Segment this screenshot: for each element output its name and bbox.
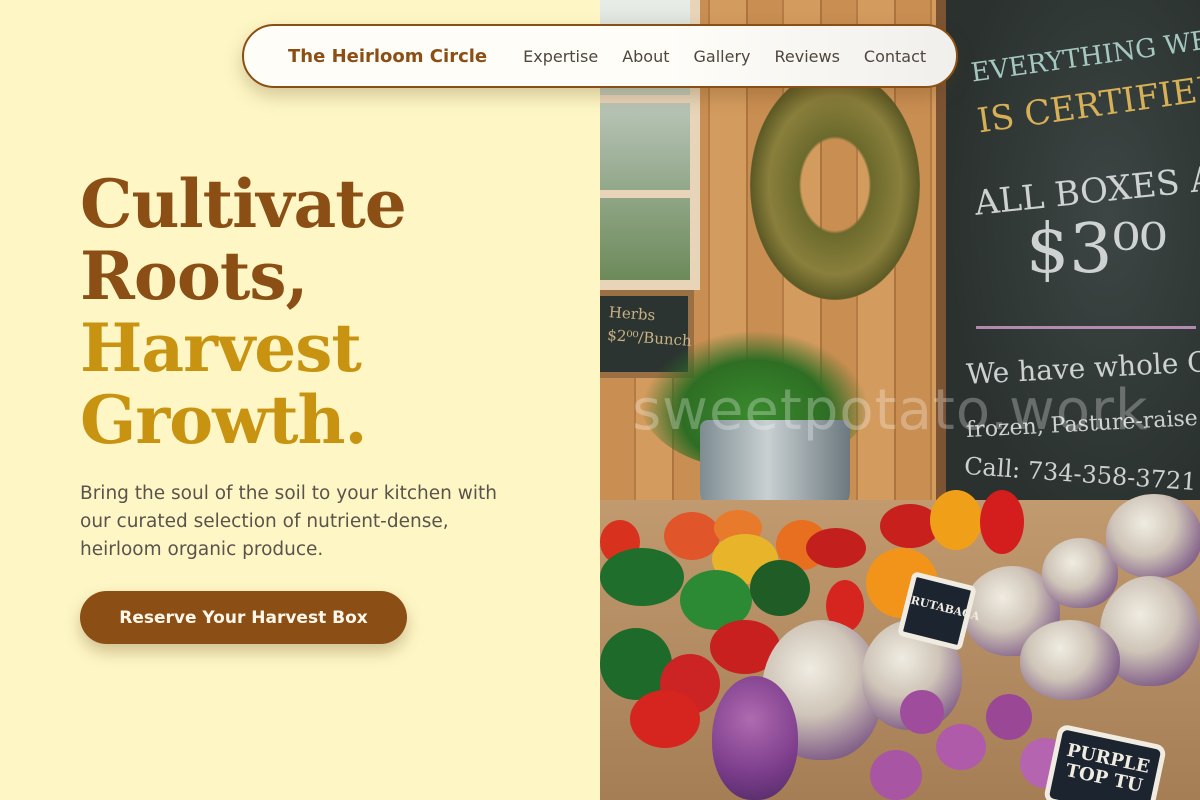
dried-wreath [750, 70, 920, 300]
nav-link-about[interactable]: About [622, 47, 669, 66]
red-pepper [806, 528, 866, 568]
nav-link-expertise[interactable]: Expertise [523, 47, 598, 66]
reserve-harvest-box-button[interactable]: Reserve Your Harvest Box [80, 591, 407, 644]
window-mullion [600, 190, 690, 198]
nav-link-reviews[interactable]: Reviews [774, 47, 839, 66]
herb-price-text: Herbs $2⁰⁰/Bunch [606, 303, 693, 350]
green-pepper [600, 548, 684, 606]
hero-headline: Cultivate Roots, Harvest Growth. [80, 168, 560, 456]
window-mullion [600, 95, 690, 103]
nav-link-contact[interactable]: Contact [864, 47, 926, 66]
tomato [664, 512, 720, 560]
red-pepper [630, 690, 700, 748]
chalk-line-6: frozen, Pasture-raise [965, 405, 1199, 444]
brand-logo[interactable]: The Heirloom Circle [288, 46, 487, 67]
chalk-price: $3⁰⁰ [1026, 210, 1168, 289]
headline-line-1: Cultivate [80, 165, 407, 243]
radish [870, 750, 922, 800]
chalk-divider [976, 326, 1196, 329]
nav-links: Expertise About Gallery Reviews Contact [523, 47, 926, 66]
green-pepper [750, 560, 810, 616]
landing-page: Herbs $2⁰⁰/Bunch EVERYTHING WE G IS CERT… [0, 0, 1200, 800]
radish [986, 694, 1032, 740]
headline-line-3: Harvest [80, 309, 362, 387]
hero-subtitle: Bring the soul of the soil to your kitch… [80, 483, 497, 560]
orange-pepper [930, 490, 982, 550]
nav-link-gallery[interactable]: Gallery [694, 47, 751, 66]
radish [900, 690, 944, 734]
chalk-line-5: We have whole CHIC [965, 342, 1200, 391]
hero-photo: Herbs $2⁰⁰/Bunch EVERYTHING WE G IS CERT… [600, 0, 1200, 800]
headline-line-2: Roots, [80, 237, 309, 315]
headline-line-4: Growth. [80, 381, 367, 459]
top-nav: The Heirloom Circle Expertise About Gall… [242, 24, 958, 88]
chalkboard: EVERYTHING WE G IS CERTIFIED ORG ALL BOX… [936, 0, 1200, 540]
red-pepper [980, 490, 1024, 554]
rutabaga-label-text: RUTABAGA [909, 593, 982, 624]
radish [936, 724, 986, 770]
purple-turnip [712, 676, 798, 800]
purple-top-label-text: PURPLE TOP TU [1063, 739, 1152, 797]
turnip [1106, 494, 1200, 578]
turnip [1020, 620, 1120, 700]
